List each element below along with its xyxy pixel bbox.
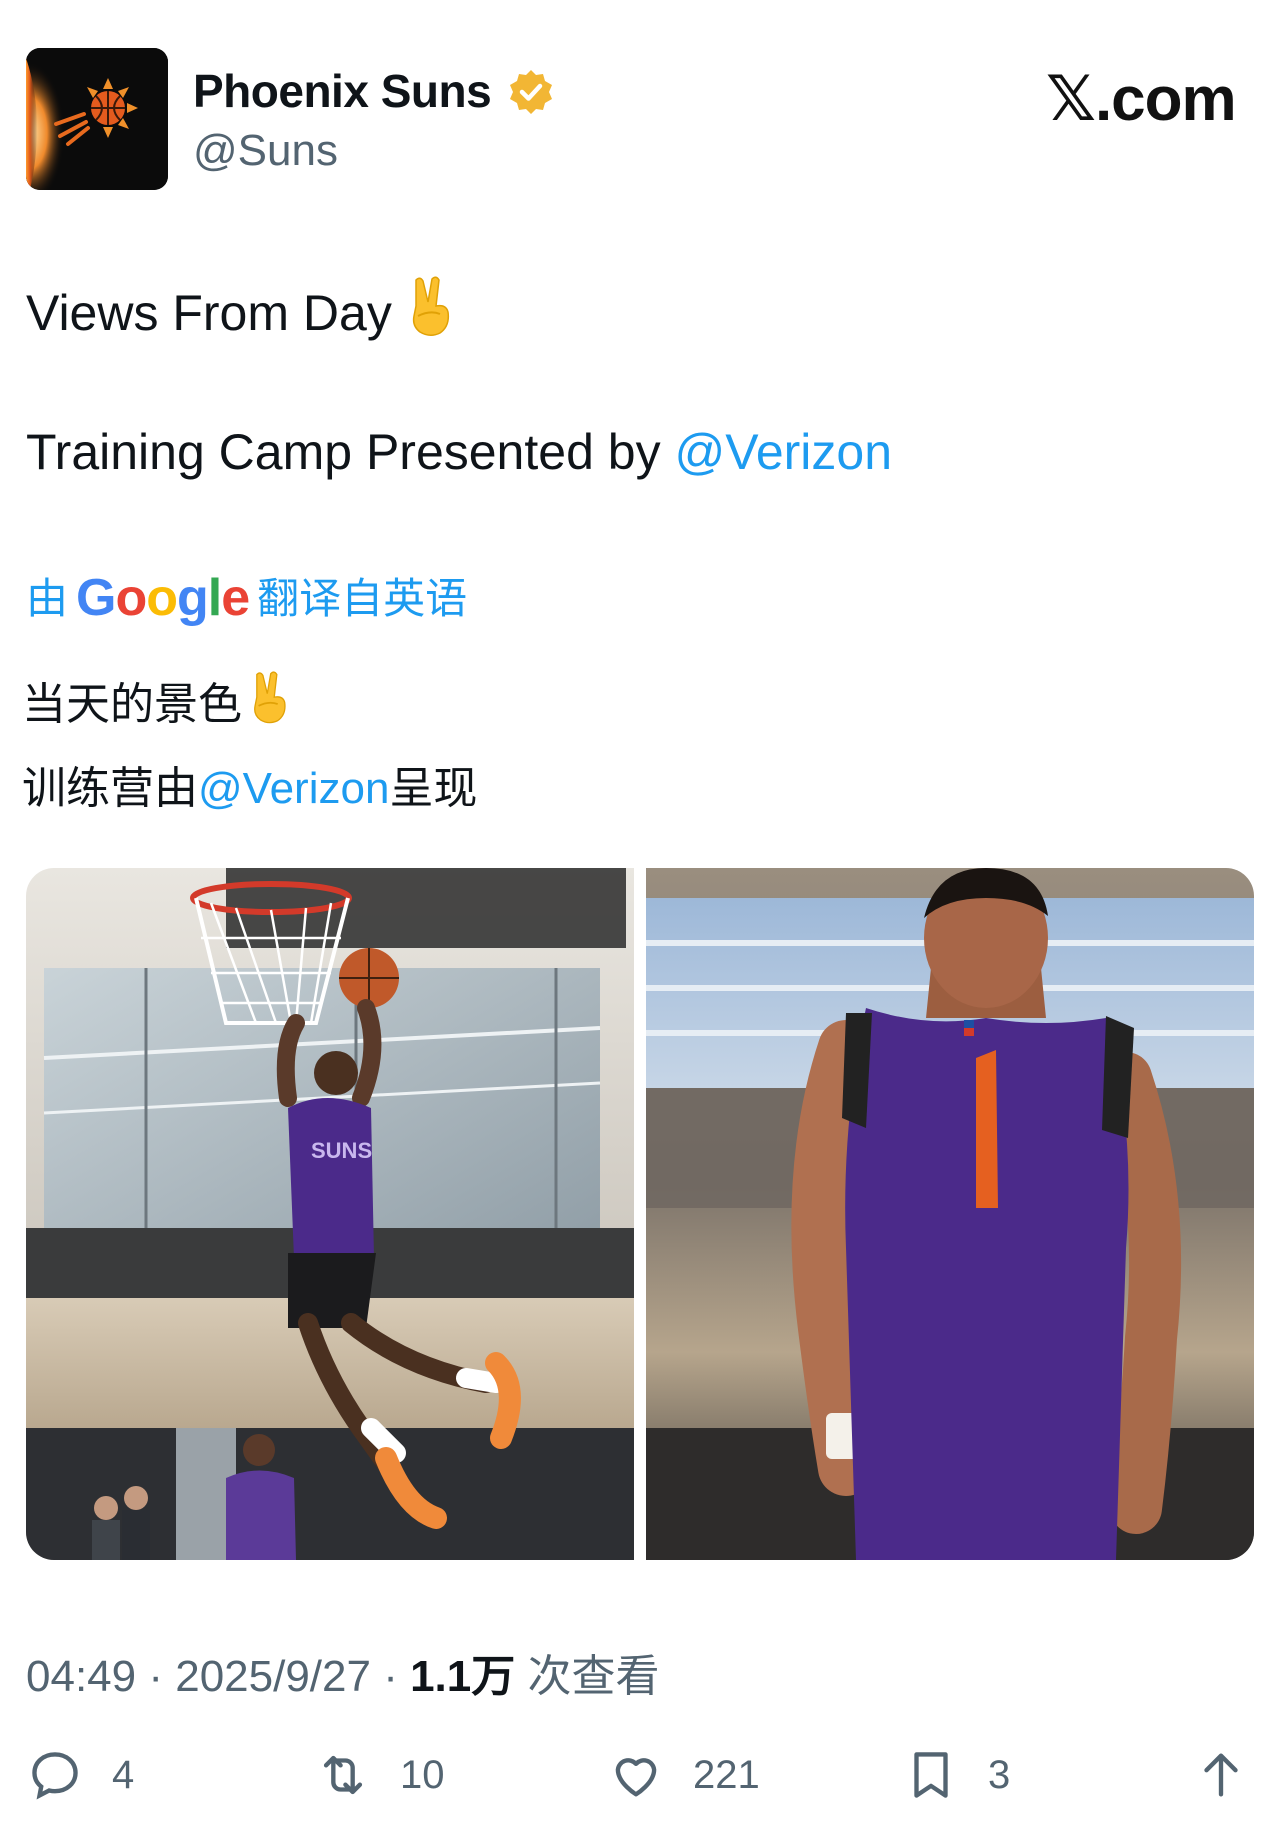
tweet-time[interactable]: 04:49 — [26, 1652, 136, 1701]
translated-by-prefix: 由 — [26, 575, 69, 622]
reply-button[interactable]: 4 — [26, 1745, 134, 1805]
tweet-meta: 04:49 · 2025/9/27 · 1.1万 次查看 — [26, 1640, 659, 1704]
translated-text-line1-text: 当天的景色 — [22, 680, 242, 729]
photo-dunk[interactable]: SUNS — [26, 868, 634, 1560]
share-button[interactable] — [1192, 1745, 1250, 1805]
retweet-button[interactable]: 10 — [314, 1745, 445, 1805]
meta-separator: · — [370, 1652, 411, 1701]
views-label: 次查看 — [515, 1652, 660, 1701]
bookmark-count: 3 — [988, 1752, 1011, 1797]
like-count: 221 — [693, 1752, 760, 1797]
meta-separator: · — [136, 1652, 176, 1701]
retweet-icon — [323, 1755, 363, 1795]
verified-badge-icon — [507, 68, 555, 116]
site-brand-text: 𝕏.com — [1046, 65, 1237, 134]
translated-text-line2: 训练营由@Verizon呈现 — [22, 752, 477, 816]
views-count: 1.1万 — [410, 1652, 516, 1701]
reply-count: 4 — [112, 1752, 135, 1797]
reply-icon — [32, 1752, 78, 1800]
author-avatar[interactable] — [26, 48, 168, 190]
author-display-name[interactable]: Phoenix Suns — [193, 64, 492, 118]
like-button[interactable]: 221 — [607, 1745, 760, 1805]
photo-back-number-1[interactable] — [646, 868, 1254, 1560]
svg-text:SUNS: SUNS — [311, 1138, 372, 1163]
retweet-count: 10 — [400, 1752, 445, 1797]
media-grid: SUNS — [26, 868, 1254, 1560]
share-icon — [1204, 1753, 1238, 1797]
bookmark-button[interactable]: 3 — [902, 1745, 1010, 1805]
site-brand-mark: 𝕏.com — [1046, 62, 1237, 135]
tweet-text-line1-text: Views From Day — [26, 285, 392, 341]
bookmark-icon — [914, 1752, 948, 1798]
tweet-date[interactable]: 2025/9/27 — [175, 1652, 371, 1701]
google-logo: Google — [76, 569, 250, 627]
translated-text-line2-suffix: 呈现 — [389, 764, 478, 813]
translated-text-line2-prefix: 训练营由 — [22, 764, 198, 813]
tweet-text-line2-prefix: Training Camp Presented by — [26, 424, 675, 480]
google-letter: e — [221, 569, 250, 627]
google-letter: o — [146, 569, 178, 627]
mention-link-verizon[interactable]: @Verizon — [674, 424, 892, 480]
translated-by-suffix: 翻译自英语 — [257, 575, 468, 622]
tweet-text-line1: Views From Day — [26, 276, 454, 350]
victory-hand-icon — [406, 276, 454, 350]
google-letter: o — [115, 569, 147, 627]
translated-by-google-link[interactable]: 由 Google 翻译自英语 — [26, 565, 467, 628]
author-handle[interactable]: @Suns — [193, 126, 338, 176]
google-letter: g — [177, 569, 209, 627]
tweet-text-line2: Training Camp Presented by @Verizon — [26, 423, 892, 481]
google-letter: l — [207, 569, 222, 627]
phoenix-suns-logo — [26, 48, 168, 190]
translated-text-line1: 当天的景色 — [22, 668, 290, 736]
mention-link-verizon-translated[interactable]: @Verizon — [198, 764, 389, 813]
victory-hand-icon — [248, 671, 290, 736]
heart-icon — [615, 1758, 657, 1797]
google-letter: G — [76, 569, 116, 627]
